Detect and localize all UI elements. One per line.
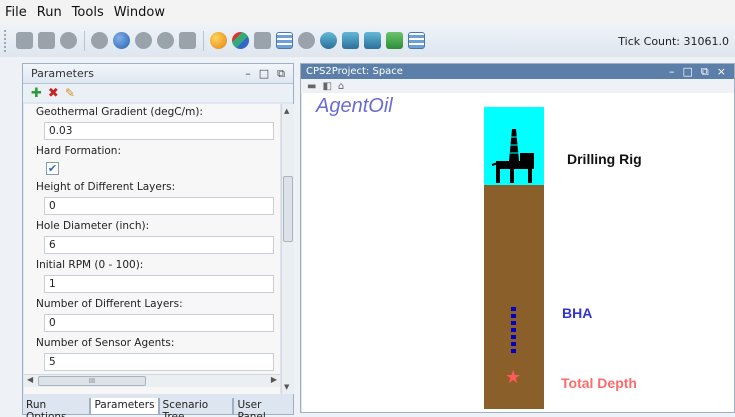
menu-window[interactable]: Window xyxy=(114,5,165,20)
scroll-right-icon[interactable]: ▶ xyxy=(271,375,277,384)
checkmark-icon: ✔ xyxy=(47,162,58,175)
field-label: Number of Sensor Agents: xyxy=(36,337,175,349)
layer-height-field[interactable]: 0 xyxy=(44,197,274,215)
image-icon[interactable] xyxy=(386,32,403,49)
reset-icon[interactable] xyxy=(179,32,196,49)
scroll-thumb[interactable] xyxy=(283,176,293,242)
field-label: Hole Diameter (inch): xyxy=(36,220,150,232)
space-canvas[interactable]: AgentOil ★ Drilling Rig BHA Total Depth xyxy=(302,93,734,412)
tab-run-options[interactable]: Run Options xyxy=(22,398,91,417)
parameters-panel: Parameters – □ ⧉ ✚ ✖ ✎ Geothermal Gradie… xyxy=(22,63,294,413)
field-label: Number of Different Layers: xyxy=(36,298,183,310)
toolbar-separator xyxy=(84,30,85,51)
sensor-agents-field[interactable]: 5 xyxy=(44,353,274,371)
tab-parameters[interactable]: Parameters xyxy=(90,398,159,415)
hard-formation-checkbox[interactable]: ✔ xyxy=(46,162,59,175)
field-label: Hard Formation: xyxy=(36,145,121,157)
total-depth-label: Total Depth xyxy=(561,375,637,391)
space-panel-title: CPS2Project: Space xyxy=(306,66,403,77)
chart-icon[interactable] xyxy=(342,32,359,49)
geothermal-gradient-field[interactable]: 0.03 xyxy=(44,122,274,140)
tab-scenario-tree[interactable]: Scenario Tree xyxy=(158,398,234,417)
horizontal-scrollbar[interactable]: ◀ III ▶ xyxy=(24,374,280,387)
tick-count: Tick Count: 31061.0 xyxy=(618,35,729,48)
space-panel: CPS2Project: Space – □ ⧉ × ▬ ◧ ⌂ AgentOi… xyxy=(300,63,735,413)
bha-label: BHA xyxy=(562,305,593,321)
close-button[interactable]: × xyxy=(717,65,726,79)
hole-diameter-field[interactable]: 6 xyxy=(44,236,274,254)
minimize-button[interactable]: – xyxy=(669,65,675,79)
toolbar-grip[interactable] xyxy=(4,29,10,52)
menu-bar: File Run Tools Window xyxy=(0,0,735,24)
add-icon[interactable]: ✚ xyxy=(31,86,42,101)
space-panel-header: CPS2Project: Space – □ ⧉ × xyxy=(301,64,734,79)
pause-icon[interactable] xyxy=(135,32,152,49)
drilling-rig-icon xyxy=(491,129,534,183)
user-icon[interactable] xyxy=(320,32,337,49)
field-label: Initial RPM (0 - 100): xyxy=(36,259,144,271)
restore-button[interactable]: ⧉ xyxy=(277,67,285,81)
scroll-up-icon[interactable]: ▲ xyxy=(284,107,289,115)
delete-icon[interactable]: ✖ xyxy=(48,86,59,101)
menu-file[interactable]: File xyxy=(5,5,27,20)
run-icon[interactable] xyxy=(210,32,227,49)
scroll-left-icon[interactable]: ◀ xyxy=(27,375,33,384)
layers-icon[interactable]: ◧ xyxy=(322,81,331,92)
load-icon[interactable] xyxy=(16,32,33,49)
minimize-button[interactable]: – xyxy=(245,67,251,81)
scroll-thumb[interactable]: III xyxy=(38,376,146,386)
scroll-grip: III xyxy=(88,377,96,385)
grid-icon[interactable] xyxy=(408,32,425,49)
bha-marker xyxy=(511,307,516,353)
save-icon[interactable] xyxy=(38,32,55,49)
initial-rpm-field[interactable]: 1 xyxy=(44,275,274,293)
menu-tools[interactable]: Tools xyxy=(72,5,104,20)
parameters-panel-header: Parameters – □ ⧉ xyxy=(23,64,293,84)
home-icon[interactable]: ⌂ xyxy=(338,81,344,92)
panel-tabs: Run Options Parameters Scenario Tree Use… xyxy=(22,398,294,417)
clear-icon[interactable] xyxy=(298,32,315,49)
parameters-panel-title: Parameters xyxy=(31,67,94,80)
spreadsheet-icon[interactable] xyxy=(276,32,293,49)
stop-icon[interactable] xyxy=(157,32,174,49)
field-label: Geothermal Gradient (degC/m): xyxy=(36,106,203,118)
database-icon[interactable] xyxy=(60,32,77,49)
export-icon[interactable] xyxy=(254,32,271,49)
parameters-toolbar: ✚ ✖ ✎ xyxy=(23,84,293,102)
space-toolbar: ▬ ◧ ⌂ xyxy=(301,79,734,93)
maximize-button[interactable]: □ xyxy=(259,67,269,81)
menu-run[interactable]: Run xyxy=(37,5,62,20)
batch-icon[interactable] xyxy=(232,32,249,49)
maximize-button[interactable]: □ xyxy=(683,65,693,79)
camera-icon[interactable]: ▬ xyxy=(307,81,316,92)
scroll-down-icon[interactable]: ▼ xyxy=(284,383,289,391)
layer-count-field[interactable]: 0 xyxy=(44,314,274,332)
vertical-scrollbar[interactable]: ▲ ▼ xyxy=(281,104,294,394)
initialize-icon[interactable] xyxy=(91,32,108,49)
agent-title: AgentOil xyxy=(316,95,393,117)
toolbar-separator xyxy=(203,30,204,51)
drilling-rig-label: Drilling Rig xyxy=(567,151,642,167)
field-label: Height of Different Layers: xyxy=(36,181,176,193)
search-icon[interactable] xyxy=(364,32,381,49)
step-icon[interactable] xyxy=(113,32,130,49)
parameter-list: Geothermal Gradient (degC/m): 0.03 Hard … xyxy=(24,104,280,394)
edit-icon[interactable]: ✎ xyxy=(65,86,75,100)
restore-button[interactable]: ⧉ xyxy=(701,65,709,79)
total-depth-star-icon: ★ xyxy=(505,367,522,388)
tab-user-panel[interactable]: User Panel xyxy=(233,398,294,417)
